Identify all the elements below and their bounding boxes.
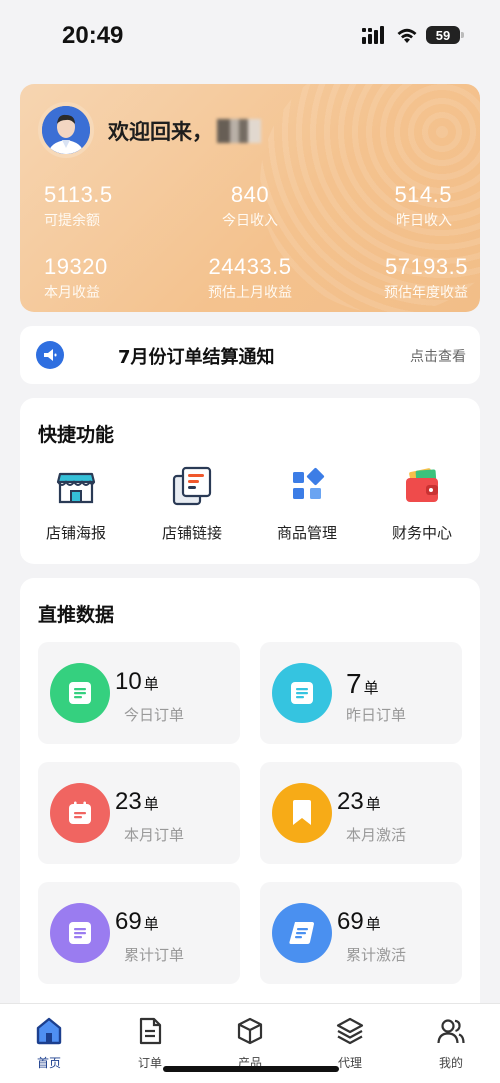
tile-unit: 单 bbox=[363, 679, 379, 697]
link-cards-icon bbox=[172, 466, 212, 506]
stat-value: 514.5 bbox=[394, 182, 452, 207]
tab-mine[interactable]: 我的 bbox=[416, 1016, 486, 1071]
tile-value: 23 bbox=[115, 788, 142, 815]
section-title: 直推数据 bbox=[38, 604, 115, 626]
home-icon bbox=[36, 1017, 62, 1045]
tile-yesterday-orders[interactable]: 7单 昨日订单 bbox=[260, 642, 462, 744]
tile-label: 本月订单 bbox=[124, 826, 185, 844]
quick-item-store-poster[interactable]: 店铺海报 bbox=[26, 464, 126, 543]
tab-home[interactable]: 首页 bbox=[14, 1016, 84, 1071]
welcome-text: 欢迎回来， bbox=[108, 116, 261, 146]
tab-agents[interactable]: 代理 bbox=[315, 1016, 385, 1071]
stat-value: 19320 bbox=[44, 254, 108, 279]
notice-view-link[interactable]: 点击查看 bbox=[410, 346, 466, 366]
megaphone-icon bbox=[36, 341, 64, 369]
tile-value-wrap: 10 单 bbox=[115, 668, 159, 696]
stat-label: 今日收入 bbox=[222, 213, 278, 229]
stat-value: 24433.5 bbox=[208, 254, 292, 279]
stat-label: 预估上月收益 bbox=[208, 285, 292, 301]
tile-unit: 单 bbox=[143, 915, 159, 933]
tile-value-wrap: 7单 bbox=[346, 668, 379, 700]
stat-withdrawable: 5113.5 可提余额 bbox=[44, 182, 113, 230]
layers-icon bbox=[336, 1017, 364, 1045]
tile-value: 69 bbox=[337, 908, 364, 935]
tile-unit: 单 bbox=[143, 675, 159, 693]
tile-value-wrap: 69 单 bbox=[115, 908, 159, 936]
scroll-icon bbox=[272, 903, 332, 963]
document-icon bbox=[50, 903, 110, 963]
wallet-icon bbox=[406, 468, 438, 502]
quick-functions-card: 快捷功能 店铺海报 店铺链接 商品管理 财务中心 bbox=[20, 398, 480, 564]
stat-value: 840 bbox=[230, 182, 270, 207]
stat-value: 57193.5 bbox=[384, 254, 468, 279]
tile-label: 昨日订单 bbox=[346, 706, 407, 724]
tile-unit: 单 bbox=[365, 795, 381, 813]
tab-orders[interactable]: 订单 bbox=[115, 1016, 185, 1071]
box-icon bbox=[237, 1017, 263, 1045]
notice-title: 7月份订单结算通知 bbox=[118, 347, 275, 368]
tile-label: 累计订单 bbox=[124, 946, 185, 964]
quick-item-label: 店铺海报 bbox=[45, 524, 106, 542]
wifi-icon bbox=[397, 28, 417, 43]
calendar-icon bbox=[50, 783, 110, 843]
stat-today-income: 840 今日收入 bbox=[200, 182, 300, 230]
tile-value: 23 bbox=[337, 788, 364, 815]
welcome-label: 欢迎回来， bbox=[108, 120, 213, 144]
tile-total-activations[interactable]: 69 单 累计激活 bbox=[260, 882, 462, 984]
quick-item-label: 财务中心 bbox=[391, 524, 452, 542]
quick-item-finance-center[interactable]: 财务中心 bbox=[372, 464, 472, 543]
tile-today-orders[interactable]: 10 单 今日订单 bbox=[38, 642, 240, 744]
status-icons: 59 bbox=[362, 26, 464, 44]
tile-label: 本月激活 bbox=[346, 826, 407, 844]
tile-value-wrap: 69 单 bbox=[337, 908, 381, 936]
earnings-card: 欢迎回来， 5113.5 可提余额 840 今日收入 514.5 昨日收入 19… bbox=[20, 84, 480, 312]
status-bar: 20:49 59 bbox=[0, 0, 500, 72]
document-icon bbox=[50, 663, 110, 723]
tile-value: 10 bbox=[115, 668, 142, 695]
stat-label: 本月收益 bbox=[44, 285, 100, 301]
tab-products[interactable]: 产品 bbox=[215, 1016, 285, 1071]
direct-data-card: 直推数据 10 单 今日订单 7单 昨日订单 23 单 本月订单 23 单 本月激活 bbox=[20, 578, 480, 1008]
tab-label: 我的 bbox=[438, 1056, 463, 1070]
stat-last-month-estimate: 24433.5 预估上月收益 bbox=[190, 254, 310, 302]
tile-month-orders[interactable]: 23 单 本月订单 bbox=[38, 762, 240, 864]
avatar-person-icon bbox=[42, 106, 90, 154]
signal-icon bbox=[362, 26, 384, 44]
status-time: 20:49 bbox=[62, 22, 124, 49]
order-document-icon bbox=[139, 1017, 162, 1045]
stat-label: 预估年度收益 bbox=[384, 285, 468, 301]
avatar[interactable] bbox=[38, 102, 94, 158]
tile-label: 累计激活 bbox=[346, 946, 407, 964]
grid-boxes-icon bbox=[293, 467, 325, 499]
stat-yesterday-income: 514.5 昨日收入 bbox=[394, 182, 452, 230]
battery-indicator: 59 bbox=[426, 26, 464, 44]
tile-unit: 单 bbox=[143, 795, 159, 813]
tab-label: 首页 bbox=[36, 1056, 61, 1070]
tile-value: 7 bbox=[346, 668, 362, 699]
stat-label: 可提余额 bbox=[44, 213, 100, 229]
tile-unit: 单 bbox=[365, 915, 381, 933]
stat-year-estimate: 57193.5 预估年度收益 bbox=[384, 254, 468, 302]
tile-label: 今日订单 bbox=[124, 706, 185, 724]
section-title: 快捷功能 bbox=[38, 424, 115, 446]
stat-month-earnings: 19320 本月收益 bbox=[44, 254, 108, 302]
tile-total-orders[interactable]: 69 单 累计订单 bbox=[38, 882, 240, 984]
stat-label: 昨日收入 bbox=[396, 213, 452, 229]
quick-item-label: 店铺链接 bbox=[161, 524, 222, 542]
storefront-icon bbox=[56, 472, 96, 504]
quick-item-label: 商品管理 bbox=[276, 524, 337, 542]
tile-value-wrap: 23 单 bbox=[337, 788, 381, 816]
tile-month-activations[interactable]: 23 单 本月激活 bbox=[260, 762, 462, 864]
quick-item-product-management[interactable]: 商品管理 bbox=[257, 464, 357, 543]
stat-value: 5113.5 bbox=[44, 182, 113, 207]
bookmark-icon bbox=[272, 783, 332, 843]
blurred-username bbox=[217, 119, 261, 143]
tile-value-wrap: 23 单 bbox=[115, 788, 159, 816]
tile-value: 69 bbox=[115, 908, 142, 935]
home-indicator[interactable] bbox=[163, 1066, 339, 1072]
notice-bar[interactable]: 7月份订单结算通知 点击查看 bbox=[20, 326, 480, 384]
document-icon bbox=[272, 663, 332, 723]
users-icon bbox=[437, 1019, 465, 1044]
quick-item-store-link[interactable]: 店铺链接 bbox=[142, 464, 242, 543]
